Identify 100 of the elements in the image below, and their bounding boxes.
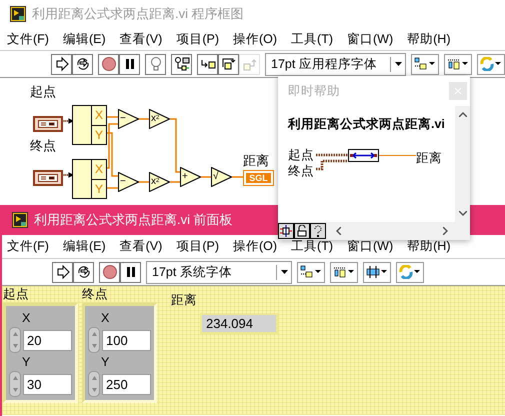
- pause-button[interactable]: [119, 54, 140, 74]
- run-button[interactable]: [52, 262, 73, 282]
- menu-item[interactable]: 帮助(H): [407, 30, 450, 48]
- circular-arrow-icon: [76, 264, 92, 280]
- wire: [199, 176, 212, 178]
- menu-item[interactable]: 工具(T): [291, 30, 334, 48]
- stop-icon: [100, 56, 116, 72]
- distribute-icon: [447, 57, 469, 71]
- pause-button[interactable]: [120, 262, 141, 282]
- distribute-button[interactable]: [444, 54, 472, 74]
- element-label: X: [94, 107, 104, 124]
- reorder-button[interactable]: [396, 262, 424, 282]
- window-title: 利用距离公式求两点距离.vi 前面板: [34, 211, 233, 229]
- lock-icon: [296, 225, 308, 237]
- wire: [137, 181, 150, 183]
- control-label: 终点: [82, 286, 109, 303]
- chevron-down-icon: [458, 211, 466, 216]
- down-arrow-icon: [92, 344, 96, 348]
- run-continuous-button[interactable]: [73, 262, 94, 282]
- input-label: 起点: [288, 147, 314, 164]
- arrow-icon: [54, 56, 70, 72]
- numeric-field[interactable]: 250: [102, 374, 151, 394]
- element-label: X: [21, 310, 32, 327]
- retain-button[interactable]: [171, 54, 192, 74]
- function-node: −: [118, 172, 139, 192]
- element-label: Y: [92, 124, 106, 144]
- circular-arrow-icon: [74, 56, 90, 72]
- menu-item[interactable]: 查看(V): [120, 30, 162, 48]
- menu-item[interactable]: 项目(P): [176, 238, 219, 255]
- function-node: −: [118, 109, 139, 129]
- connector-button[interactable]: [278, 223, 294, 239]
- function-node: x$^{2}$: [149, 172, 170, 192]
- menu-item[interactable]: 编辑(E): [62, 238, 106, 255]
- wire: [104, 116, 119, 118]
- align-icon: [300, 265, 322, 279]
- vi-icon: [10, 6, 26, 22]
- connector-icon: [280, 225, 292, 237]
- align-button[interactable]: [297, 262, 325, 282]
- help-button[interactable]: [310, 223, 326, 239]
- down-arrow-icon: [12, 388, 18, 392]
- run-button[interactable]: [51, 54, 72, 74]
- element-label: Y: [21, 354, 32, 371]
- numeric-field[interactable]: 100: [102, 330, 151, 350]
- chevron-up-icon: [458, 112, 466, 117]
- step-over-icon: [220, 56, 236, 72]
- function-node: +: [180, 167, 201, 187]
- wire: [231, 176, 244, 178]
- output-label: 距离: [416, 150, 442, 167]
- highlight-button[interactable]: [145, 54, 166, 74]
- run-continuous-button[interactable]: [72, 54, 93, 74]
- vi-name: 利用距离公式求两点距离.vi: [288, 117, 445, 131]
- lock-button[interactable]: [294, 223, 310, 239]
- element-label: X: [94, 161, 104, 178]
- wire: [104, 187, 119, 189]
- menu-item[interactable]: 窗口(W): [347, 30, 394, 48]
- numeric-field[interactable]: 20: [23, 330, 72, 350]
- wire: [137, 118, 150, 120]
- menu-item[interactable]: 文件(F): [7, 30, 49, 48]
- vi-icon: [12, 212, 28, 228]
- down-arrow-icon: [92, 388, 96, 392]
- menu-item[interactable]: 查看(V): [120, 238, 162, 255]
- distribute-button[interactable]: [330, 262, 358, 282]
- down-arrow-icon: [12, 344, 18, 348]
- wire: [169, 118, 182, 173]
- function-node: x$^{2}$: [149, 109, 170, 129]
- numeric-field[interactable]: 30: [23, 374, 72, 394]
- element-label: Y: [92, 178, 106, 198]
- align-icon: [414, 57, 436, 71]
- resize-button[interactable]: [363, 262, 391, 282]
- caret-icon: [394, 62, 402, 66]
- reorder-icon: [480, 57, 502, 71]
- menu-item[interactable]: 项目(P): [176, 30, 219, 48]
- menu-item[interactable]: 文件(F): [7, 238, 49, 255]
- window-title: 即时帮助: [288, 82, 340, 100]
- menu-item[interactable]: 窗口(W): [347, 238, 394, 255]
- align-button[interactable]: [411, 54, 439, 74]
- menu-item[interactable]: 编辑(E): [62, 30, 106, 48]
- abort-button[interactable]: [98, 54, 119, 74]
- cluster-icon: [38, 174, 58, 182]
- control-label: 起点: [3, 286, 30, 303]
- cleanup-button[interactable]: [477, 54, 505, 74]
- abort-button[interactable]: [99, 262, 120, 282]
- caret-icon: [280, 270, 288, 274]
- menu-item[interactable]: 工具(T): [291, 238, 334, 255]
- up-arrow-icon: [12, 376, 18, 380]
- element-label: Y: [100, 354, 110, 371]
- element-label: X: [100, 310, 110, 327]
- cluster-icon: [38, 120, 58, 128]
- menu-item[interactable]: 帮助(H): [407, 238, 450, 255]
- step-over-button[interactable]: [218, 54, 239, 74]
- resize-icon: [366, 265, 388, 279]
- wire: [104, 123, 119, 169]
- menu-item[interactable]: 操作(O): [232, 30, 278, 48]
- up-arrow-icon: [92, 376, 96, 380]
- reorder-icon: [399, 265, 421, 279]
- step-into-button[interactable]: [197, 54, 218, 74]
- menu-item[interactable]: 操作(O): [232, 238, 278, 255]
- font-dropdown[interactable]: 17pt 系统字体: [146, 260, 292, 284]
- stop-icon: [102, 264, 118, 280]
- question-icon: [312, 225, 324, 237]
